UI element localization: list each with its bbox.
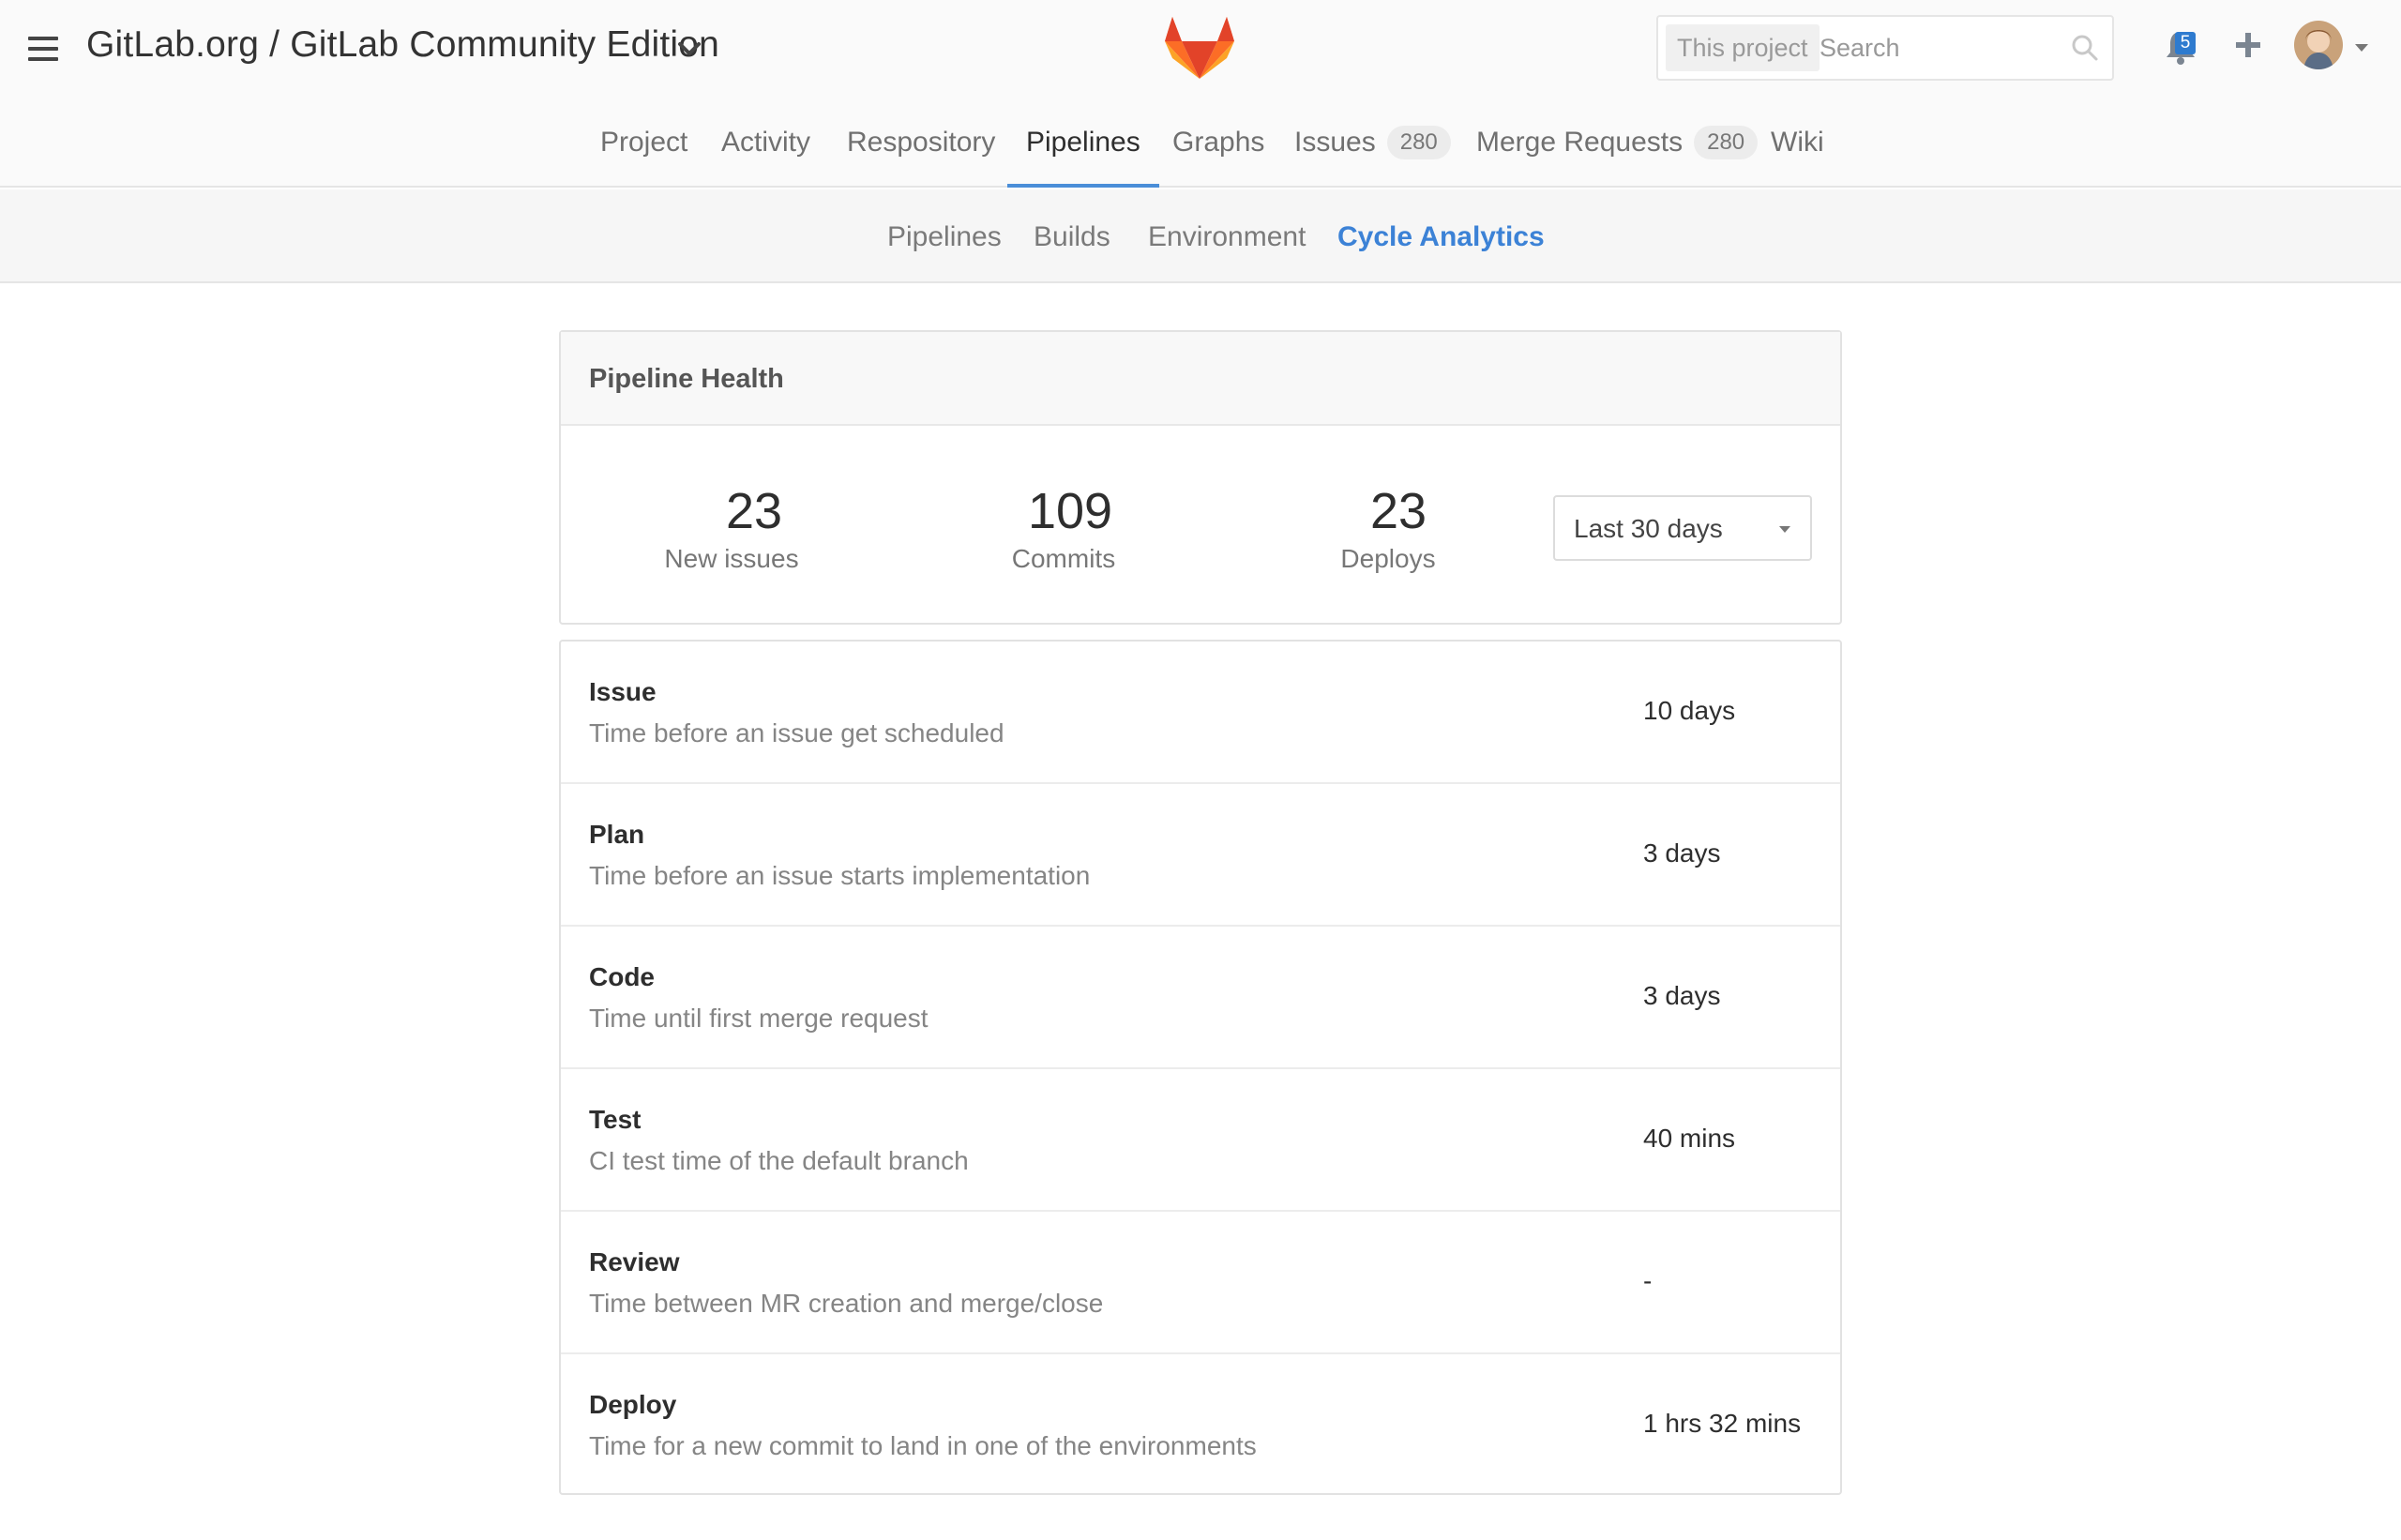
stage-description: Time until first merge request — [589, 1004, 929, 1033]
stage-median-value: 1 hrs 32 mins — [1643, 1409, 1802, 1438]
stage-median-value: 3 days — [1643, 838, 1721, 868]
search-box: This project — [1656, 15, 2114, 81]
cycle-stages-list: Issue Time before an issue get scheduled… — [559, 640, 1842, 1495]
nav-item-pipelines[interactable]: Pipelines — [1007, 113, 1159, 188]
stage-row-test: Test CI test time of the default branch … — [561, 1069, 1840, 1212]
top-header: GitLab.org / GitLab Community Edition Th… — [0, 0, 2401, 188]
stat-deploys: 23 Deploys — [1257, 482, 1519, 574]
nav-item-merge-requests[interactable]: Merge Requests 280 — [1476, 113, 1759, 188]
merge-requests-count-badge: 280 — [1694, 126, 1759, 159]
pipeline-health-card: Pipeline Health 23 New issues 109 Commit… — [559, 330, 1842, 625]
stage-description: Time between MR creation and merge/close — [589, 1289, 1104, 1318]
stat-commits: 109 Commits — [932, 482, 1195, 574]
stage-name: Plan — [589, 820, 645, 849]
stage-name: Deploy — [589, 1390, 677, 1419]
stat-value: 23 — [1369, 483, 1427, 539]
stage-row-issue: Issue Time before an issue get scheduled… — [561, 642, 1840, 784]
card-header: Pipeline Health — [561, 332, 1840, 426]
caret-down-icon — [1779, 526, 1790, 533]
nav-item-activity[interactable]: Activity — [721, 113, 810, 188]
project-nav: Project Activity Respository Pipelines G… — [0, 113, 2401, 188]
notification-count-badge: 5 — [2175, 32, 2196, 54]
project-title[interactable]: GitLab.org / GitLab Community Edition — [86, 24, 719, 66]
sub-tab-environment[interactable]: Environment — [1148, 221, 1306, 253]
chevron-down-icon[interactable] — [677, 39, 702, 58]
stage-median-value: 3 days — [1643, 981, 1721, 1010]
stat-new-issues: 23 New issues — [600, 482, 863, 574]
stat-label: New issues — [664, 544, 799, 573]
sub-tab-builds[interactable]: Builds — [1034, 221, 1110, 253]
nav-item-project[interactable]: Project — [600, 113, 687, 188]
nav-label: Respository — [847, 127, 996, 158]
nav-label: Activity — [721, 127, 811, 158]
user-avatar[interactable] — [2294, 21, 2343, 69]
stat-label: Commits — [1011, 544, 1116, 573]
issues-count-badge: 280 — [1386, 126, 1451, 159]
stat-value: 23 — [725, 483, 783, 539]
stage-description: Time before an issue starts implementati… — [589, 861, 1091, 890]
stage-median-value: - — [1643, 1266, 1653, 1295]
caret-down-icon[interactable] — [2354, 43, 2369, 53]
nav-item-wiki[interactable]: Wiki — [1771, 113, 1824, 188]
sub-tab-pipelines[interactable]: Pipelines — [887, 221, 1002, 253]
stage-name: Review — [589, 1247, 680, 1276]
stage-median-value: 10 days — [1643, 696, 1736, 725]
search-icon[interactable] — [2071, 34, 2099, 62]
stage-row-code: Code Time until first merge request 3 da… — [561, 927, 1840, 1069]
period-select-value: Last 30 days — [1574, 514, 1723, 543]
nav-item-issues[interactable]: Issues 280 — [1294, 113, 1451, 188]
stage-row-deploy: Deploy Time for a new commit to land in … — [561, 1354, 1840, 1497]
period-select[interactable]: Last 30 days — [1553, 495, 1812, 561]
pipeline-health-title: Pipeline Health — [589, 364, 784, 394]
gitlab-logo-icon[interactable] — [1163, 13, 1236, 81]
stat-value: 109 — [1027, 483, 1113, 539]
plus-icon[interactable] — [2234, 31, 2262, 59]
stage-description: Time for a new commit to land in one of … — [589, 1431, 1257, 1460]
search-input[interactable] — [1820, 24, 2054, 71]
nav-label: Merge Requests — [1476, 127, 1684, 158]
nav-label: Graphs — [1172, 127, 1265, 158]
nav-label: Project — [600, 127, 688, 158]
stage-row-plan: Plan Time before an issue starts impleme… — [561, 784, 1840, 927]
stage-name: Issue — [589, 677, 657, 706]
nav-label: Issues — [1294, 127, 1376, 158]
avatar-image — [2294, 21, 2343, 69]
nav-label: Pipelines — [1026, 127, 1140, 158]
stage-description: Time before an issue get scheduled — [589, 718, 1004, 747]
stage-median-value: 40 mins — [1643, 1124, 1736, 1153]
nav-label: Wiki — [1771, 127, 1824, 158]
menu-icon[interactable] — [28, 37, 58, 63]
stat-label: Deploys — [1340, 544, 1436, 573]
search-scope-label[interactable]: This project — [1666, 24, 1820, 71]
stage-description: CI test time of the default branch — [589, 1146, 969, 1175]
pipelines-sub-nav: Pipelines Builds Environment Cycle Analy… — [0, 189, 2401, 283]
nav-item-repository[interactable]: Respository — [847, 113, 995, 188]
stage-row-review: Review Time between MR creation and merg… — [561, 1212, 1840, 1354]
nav-item-graphs[interactable]: Graphs — [1172, 113, 1264, 188]
sub-tab-cycle-analytics[interactable]: Cycle Analytics — [1337, 221, 1545, 253]
stage-name: Code — [589, 962, 655, 991]
stage-name: Test — [589, 1105, 642, 1134]
